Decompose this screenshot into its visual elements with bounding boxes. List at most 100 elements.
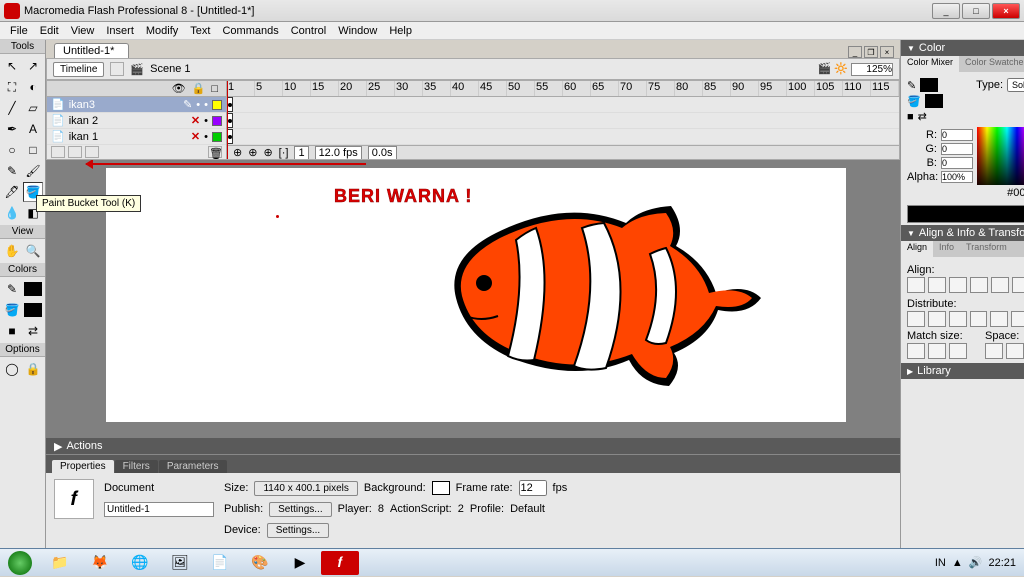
tray-time[interactable]: 22:21 [988,557,1016,569]
menu-text[interactable]: Text [184,25,216,37]
match-icon[interactable] [928,343,946,359]
minimize-button[interactable]: _ [932,3,960,19]
selection-tool[interactable]: ↖ [2,56,22,76]
tray-lang[interactable]: IN [935,557,946,569]
onion-icon[interactable]: ⊕ [263,146,272,159]
tab-color-swatches[interactable]: Color Swatches [959,56,1024,72]
frame-ruler[interactable]: 1510152025303540455055606570758085909510… [227,81,899,97]
taskbar-app[interactable]: 🖼 [161,551,199,575]
color-panel-header[interactable]: ▼Color [901,40,1024,56]
rectangle-tool[interactable]: □ [23,140,43,160]
show-hide-icon[interactable]: 👁 [172,82,186,95]
align-top-icon[interactable] [970,277,988,293]
taskbar-app[interactable]: 🌐 [121,551,159,575]
lock-icon[interactable]: 🔒 [192,82,206,95]
dist-icon[interactable] [990,311,1008,327]
text-tool[interactable]: A [23,119,43,139]
framerate-input[interactable] [519,480,547,496]
library-panel-header[interactable]: ▶Library [901,363,1024,379]
taskbar-flash[interactable]: 𝒇 [321,551,359,575]
outline-icon[interactable]: □ [211,83,218,95]
gradient-transform-tool[interactable]: ◐ [23,77,43,97]
swap-colors-icon[interactable]: ⇄ [918,110,927,123]
menu-help[interactable]: Help [383,25,418,37]
ink-bottle-tool[interactable]: 🖋 [2,182,22,202]
taskbar-app[interactable]: ▶ [281,551,319,575]
add-layer-icon[interactable] [51,146,65,158]
edit-scene-icon[interactable]: 🎬 [817,63,831,75]
subselection-tool[interactable]: ↗ [23,56,43,76]
tab-align[interactable]: Align [901,241,933,257]
default-colors[interactable]: ■ [2,321,22,341]
free-transform-tool[interactable]: ⛶ [2,77,22,97]
align-panel-header[interactable]: ▼Align & Info & Transform [901,225,1024,241]
menu-commands[interactable]: Commands [216,25,284,37]
layer-row[interactable]: 📄 ikan3 ✎•• [47,97,226,113]
start-button[interactable] [0,549,40,577]
doc-name-input[interactable] [104,502,214,517]
stage-area[interactable]: BERI WARNA ! [46,160,900,438]
option-gap[interactable]: ◯ [2,359,22,379]
menu-edit[interactable]: Edit [34,25,65,37]
layer-color[interactable] [212,100,222,110]
space-icon[interactable] [985,343,1003,359]
stage[interactable]: BERI WARNA ! [106,168,846,422]
tab-color-mixer[interactable]: Color Mixer [901,56,959,72]
oval-tool[interactable]: ○ [2,140,22,160]
actions-panel-header[interactable]: ▶ Actions [46,438,900,454]
layer-color[interactable] [212,116,222,126]
swap-colors[interactable]: ⇄ [23,321,43,341]
tab-parameters[interactable]: Parameters [159,460,227,473]
default-colors-icon[interactable]: ■ [907,111,914,123]
align-left-icon[interactable] [907,277,925,293]
menu-modify[interactable]: Modify [140,25,184,37]
taskbar[interactable]: 📁 🦊 🌐 🖼 📄 🎨 ▶ 𝒇 IN ▲ 🔊 22:21 [0,548,1024,576]
taskbar-app[interactable]: 🦊 [81,551,119,575]
fill-icon[interactable]: 🪣 [907,95,921,108]
menu-control[interactable]: Control [285,25,332,37]
add-folder-icon[interactable] [85,146,99,158]
doc-restore[interactable]: ❐ [864,46,878,58]
dist-icon[interactable] [970,311,988,327]
onion-icon[interactable]: ⊕ [233,146,242,159]
r-input[interactable] [941,129,973,141]
line-tool[interactable]: ╱ [2,98,22,118]
playhead[interactable] [227,81,228,159]
publish-settings-button[interactable]: Settings... [269,502,331,517]
stroke-swatch[interactable] [23,279,43,299]
back-icon[interactable] [110,62,124,76]
g-input[interactable] [941,143,973,155]
lasso-tool[interactable]: ▱ [23,98,43,118]
delete-layer-icon[interactable]: 🗑 [208,146,222,158]
zoom-input[interactable] [851,63,893,76]
taskbar-app[interactable]: 🎨 [241,551,279,575]
pencil-tool[interactable]: ✎ [2,161,22,181]
doc-minimize[interactable]: _ [848,46,862,58]
tray-flag-icon[interactable]: ▲ [952,557,963,569]
stroke-color[interactable]: ✎ [2,279,22,299]
alpha-input[interactable] [941,171,973,183]
dist-icon[interactable] [949,311,967,327]
dist-icon[interactable] [907,311,925,327]
align-hcenter-icon[interactable] [928,277,946,293]
onion-icon[interactable]: ⊕ [248,146,257,159]
menu-file[interactable]: File [4,25,34,37]
fill-swatch[interactable] [23,300,43,320]
b-input[interactable] [941,157,973,169]
menu-insert[interactable]: Insert [100,25,140,37]
layer-row[interactable]: 📄 ikan 2 ✕• [47,113,226,129]
zoom-tool[interactable]: 🔍 [23,241,43,261]
size-button[interactable]: 1140 x 400.1 pixels [254,481,357,496]
dist-icon[interactable] [1011,311,1024,327]
layer-row[interactable]: 📄 ikan 1 ✕• [47,129,226,145]
stroke-swatch[interactable] [920,78,938,92]
onion-icon[interactable]: [·] [279,147,289,159]
taskbar-app[interactable]: 📄 [201,551,239,575]
tray-network-icon[interactable]: 🔊 [969,556,983,569]
option-lock[interactable]: 🔒 [23,359,43,379]
color-picker[interactable] [977,127,1024,185]
eyedropper-tool[interactable]: 💧 [2,203,22,223]
document-tab[interactable]: Untitled-1* [54,43,129,58]
align-vcenter-icon[interactable] [991,277,1009,293]
menu-view[interactable]: View [65,25,101,37]
